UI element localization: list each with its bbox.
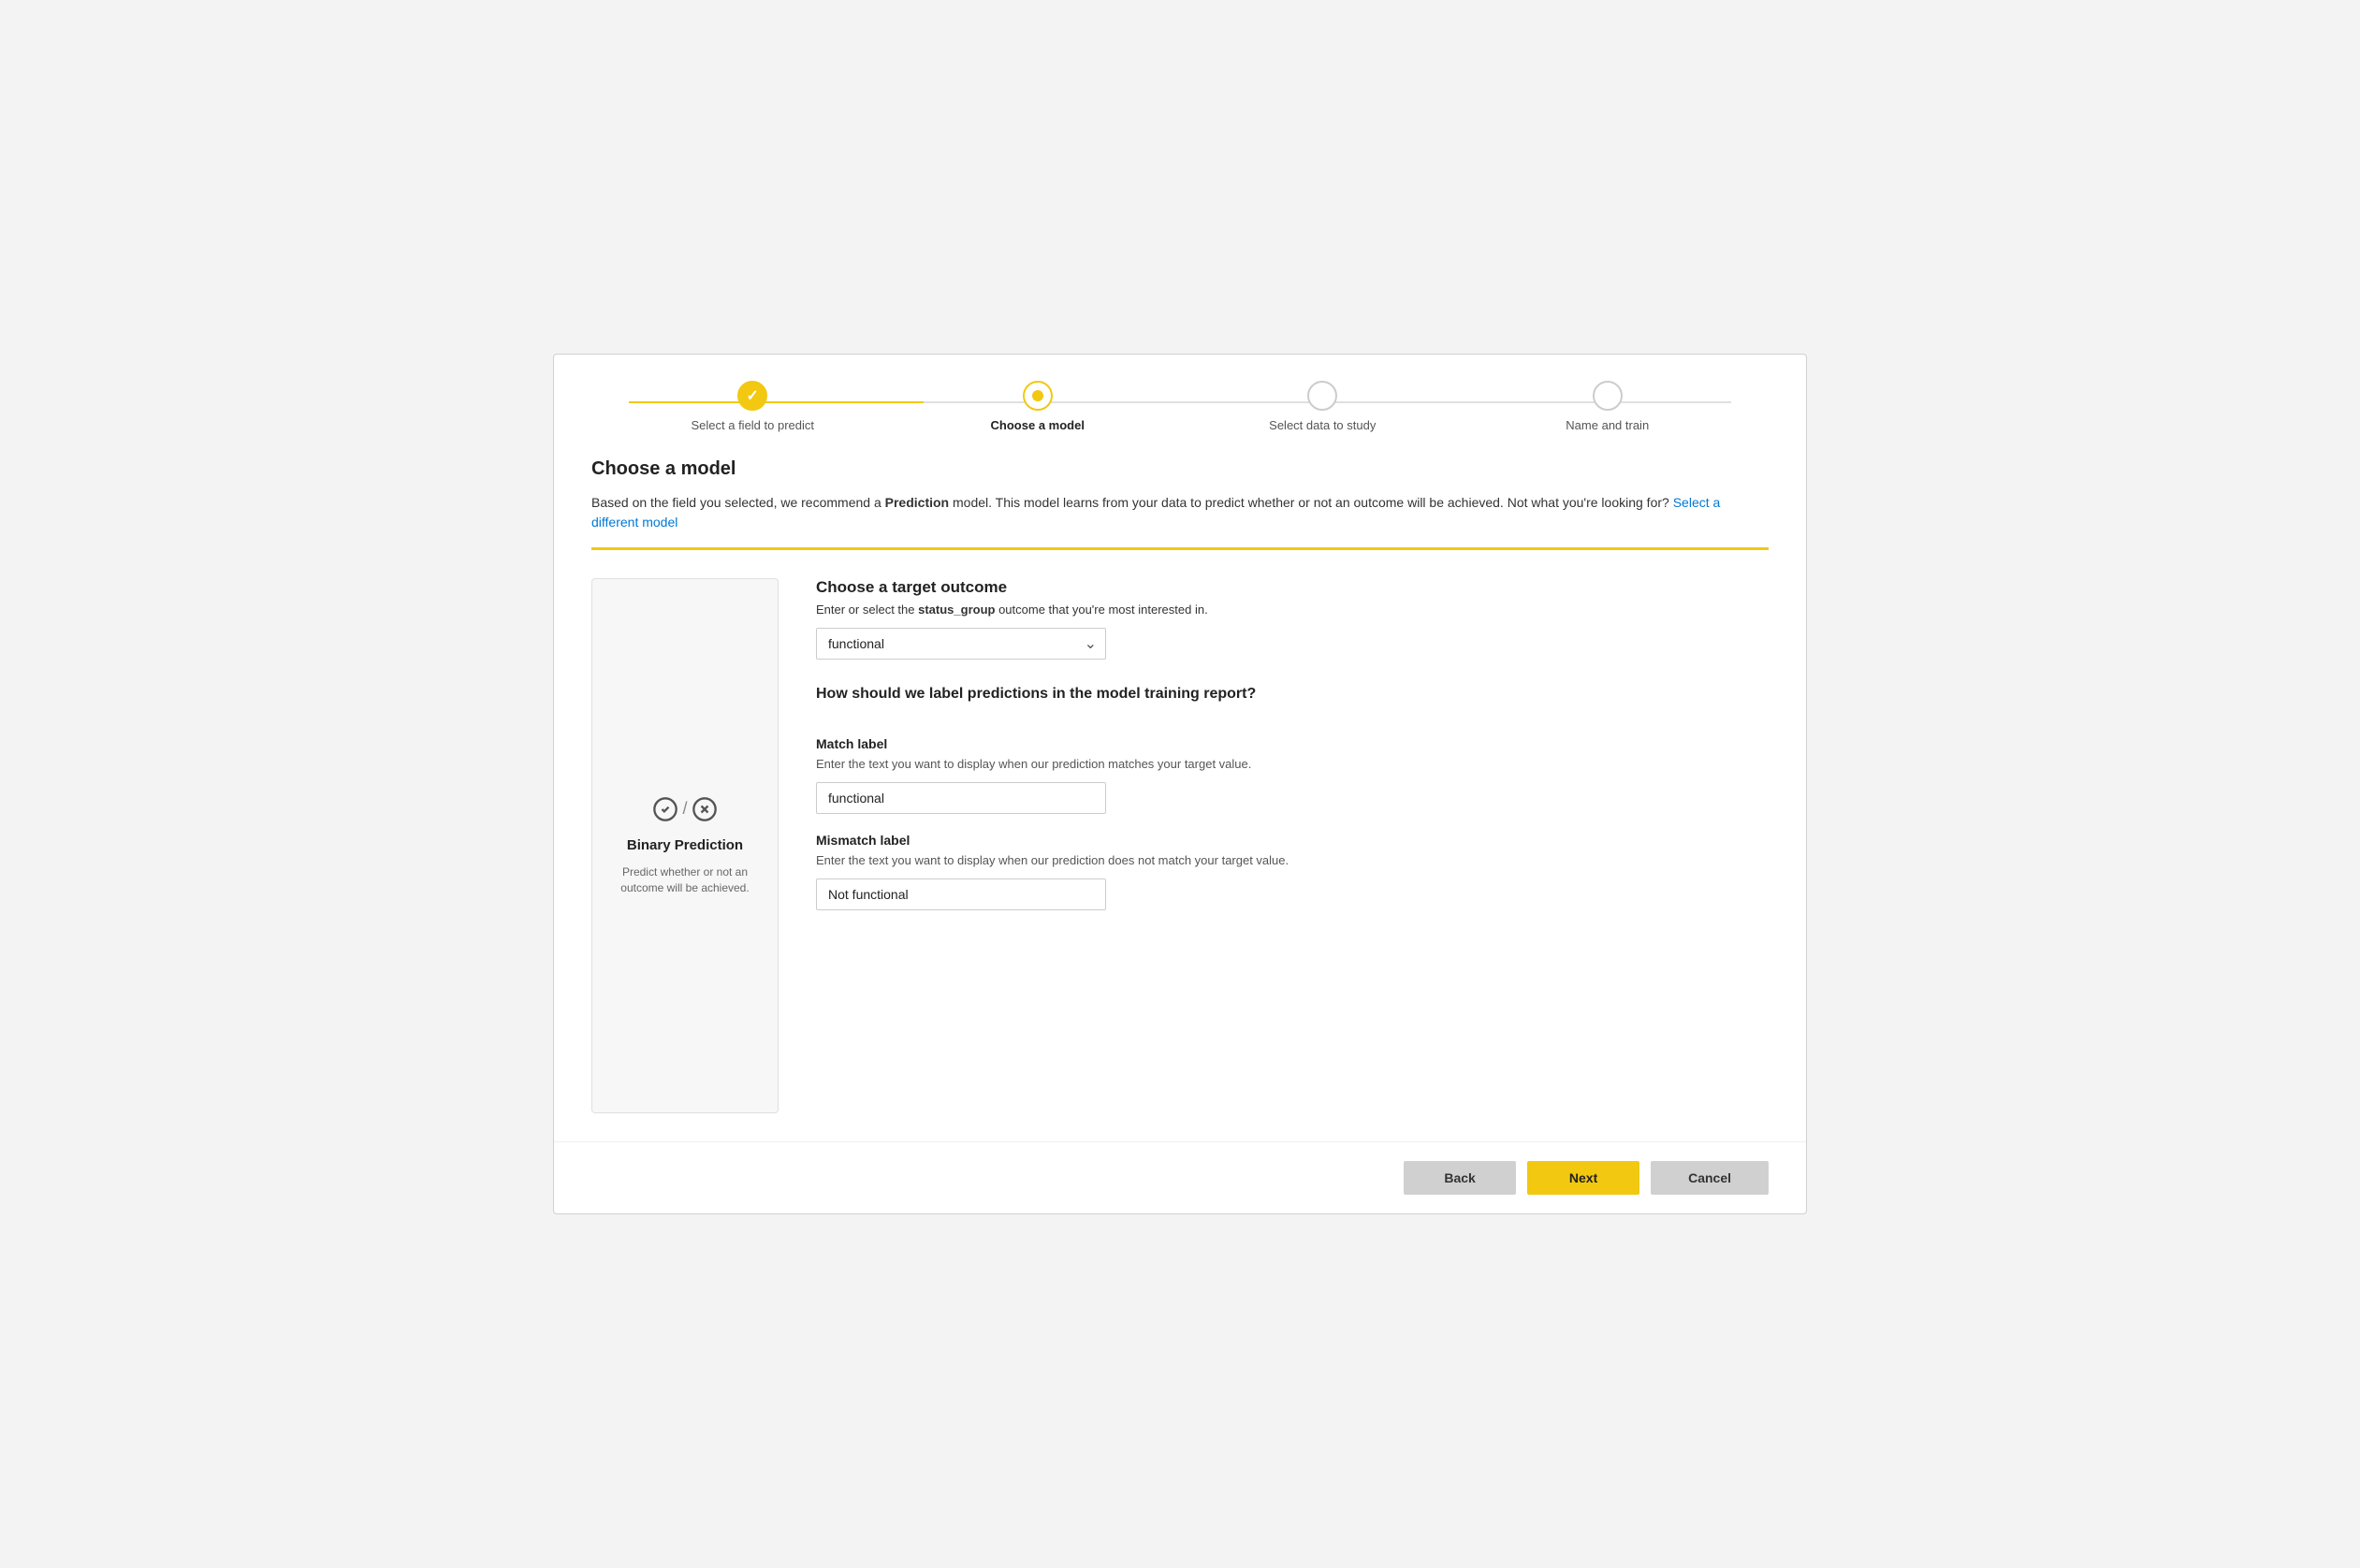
target-outcome-title: Choose a target outcome bbox=[816, 578, 1769, 597]
footer: Back Next Cancel bbox=[554, 1141, 1806, 1213]
step-item-train: Name and train bbox=[1465, 381, 1751, 432]
info-text-after: model. This model learns from your data … bbox=[949, 495, 1669, 510]
match-label-desc: Enter the text you want to display when … bbox=[816, 757, 1769, 771]
target-outcome-dropdown[interactable]: functional functional needs repair non f… bbox=[816, 628, 1106, 660]
binary-prediction-icon: / bbox=[652, 796, 717, 822]
mismatch-label-input[interactable] bbox=[816, 878, 1106, 910]
step-label-train: Name and train bbox=[1566, 418, 1649, 432]
info-model-name: Prediction bbox=[885, 495, 949, 510]
page-header: Choose a model bbox=[554, 451, 1806, 480]
match-label-input[interactable] bbox=[816, 782, 1106, 814]
step-item-model: Choose a model bbox=[896, 381, 1181, 432]
model-card-description: Predict whether or not an outcome will b… bbox=[607, 864, 763, 896]
next-button[interactable]: Next bbox=[1527, 1161, 1639, 1195]
labels-section-title: How should we label predictions in the m… bbox=[816, 686, 1769, 703]
main-content: / Binary Prediction Predict whether or n… bbox=[554, 550, 1806, 1141]
step-circle-field: ✓ bbox=[737, 381, 767, 411]
page-title: Choose a model bbox=[591, 458, 736, 479]
labels-section: How should we label predictions in the m… bbox=[816, 686, 1769, 910]
x-circle-icon bbox=[692, 796, 718, 822]
cancel-button[interactable]: Cancel bbox=[1651, 1161, 1769, 1195]
step-label-field: Select a field to predict bbox=[691, 418, 814, 432]
right-panel: Choose a target outcome Enter or select … bbox=[816, 578, 1769, 1113]
step-circle-data bbox=[1307, 381, 1337, 411]
step-label-data: Select data to study bbox=[1269, 418, 1376, 432]
info-bar: Based on the field you selected, we reco… bbox=[591, 493, 1769, 532]
target-outcome-dropdown-wrapper: functional functional needs repair non f… bbox=[816, 628, 1106, 660]
step-item-data: Select data to study bbox=[1180, 381, 1465, 432]
field-name: status_group bbox=[918, 603, 995, 617]
step-item-field: ✓ Select a field to predict bbox=[610, 381, 896, 432]
match-label-title: Match label bbox=[816, 736, 1769, 751]
main-window: ✓ Select a field to predict Choose a mod… bbox=[553, 354, 1807, 1214]
step-circle-train bbox=[1593, 381, 1623, 411]
target-outcome-desc: Enter or select the status_group outcome… bbox=[816, 603, 1769, 617]
target-outcome-section: Choose a target outcome Enter or select … bbox=[816, 578, 1769, 660]
model-card: / Binary Prediction Predict whether or n… bbox=[591, 578, 779, 1113]
stepper: ✓ Select a field to predict Choose a mod… bbox=[554, 355, 1806, 451]
mismatch-label-desc: Enter the text you want to display when … bbox=[816, 853, 1769, 867]
slash-icon: / bbox=[682, 799, 687, 819]
model-card-title: Binary Prediction bbox=[627, 837, 743, 853]
desc-prefix: Enter or select the bbox=[816, 603, 918, 617]
desc-suffix: outcome that you're most interested in. bbox=[995, 603, 1207, 617]
step-items: ✓ Select a field to predict Choose a mod… bbox=[610, 381, 1750, 432]
back-button[interactable]: Back bbox=[1404, 1161, 1516, 1195]
info-text-before: Based on the field you selected, we reco… bbox=[591, 495, 885, 510]
match-label-group: Match label Enter the text you want to d… bbox=[816, 736, 1769, 814]
step-label-model: Choose a model bbox=[991, 418, 1085, 432]
mismatch-label-group: Mismatch label Enter the text you want t… bbox=[816, 833, 1769, 910]
step-circle-model bbox=[1023, 381, 1053, 411]
check-circle-icon bbox=[652, 796, 678, 822]
checkmark-icon: ✓ bbox=[747, 386, 759, 405]
mismatch-label-title: Mismatch label bbox=[816, 833, 1769, 848]
